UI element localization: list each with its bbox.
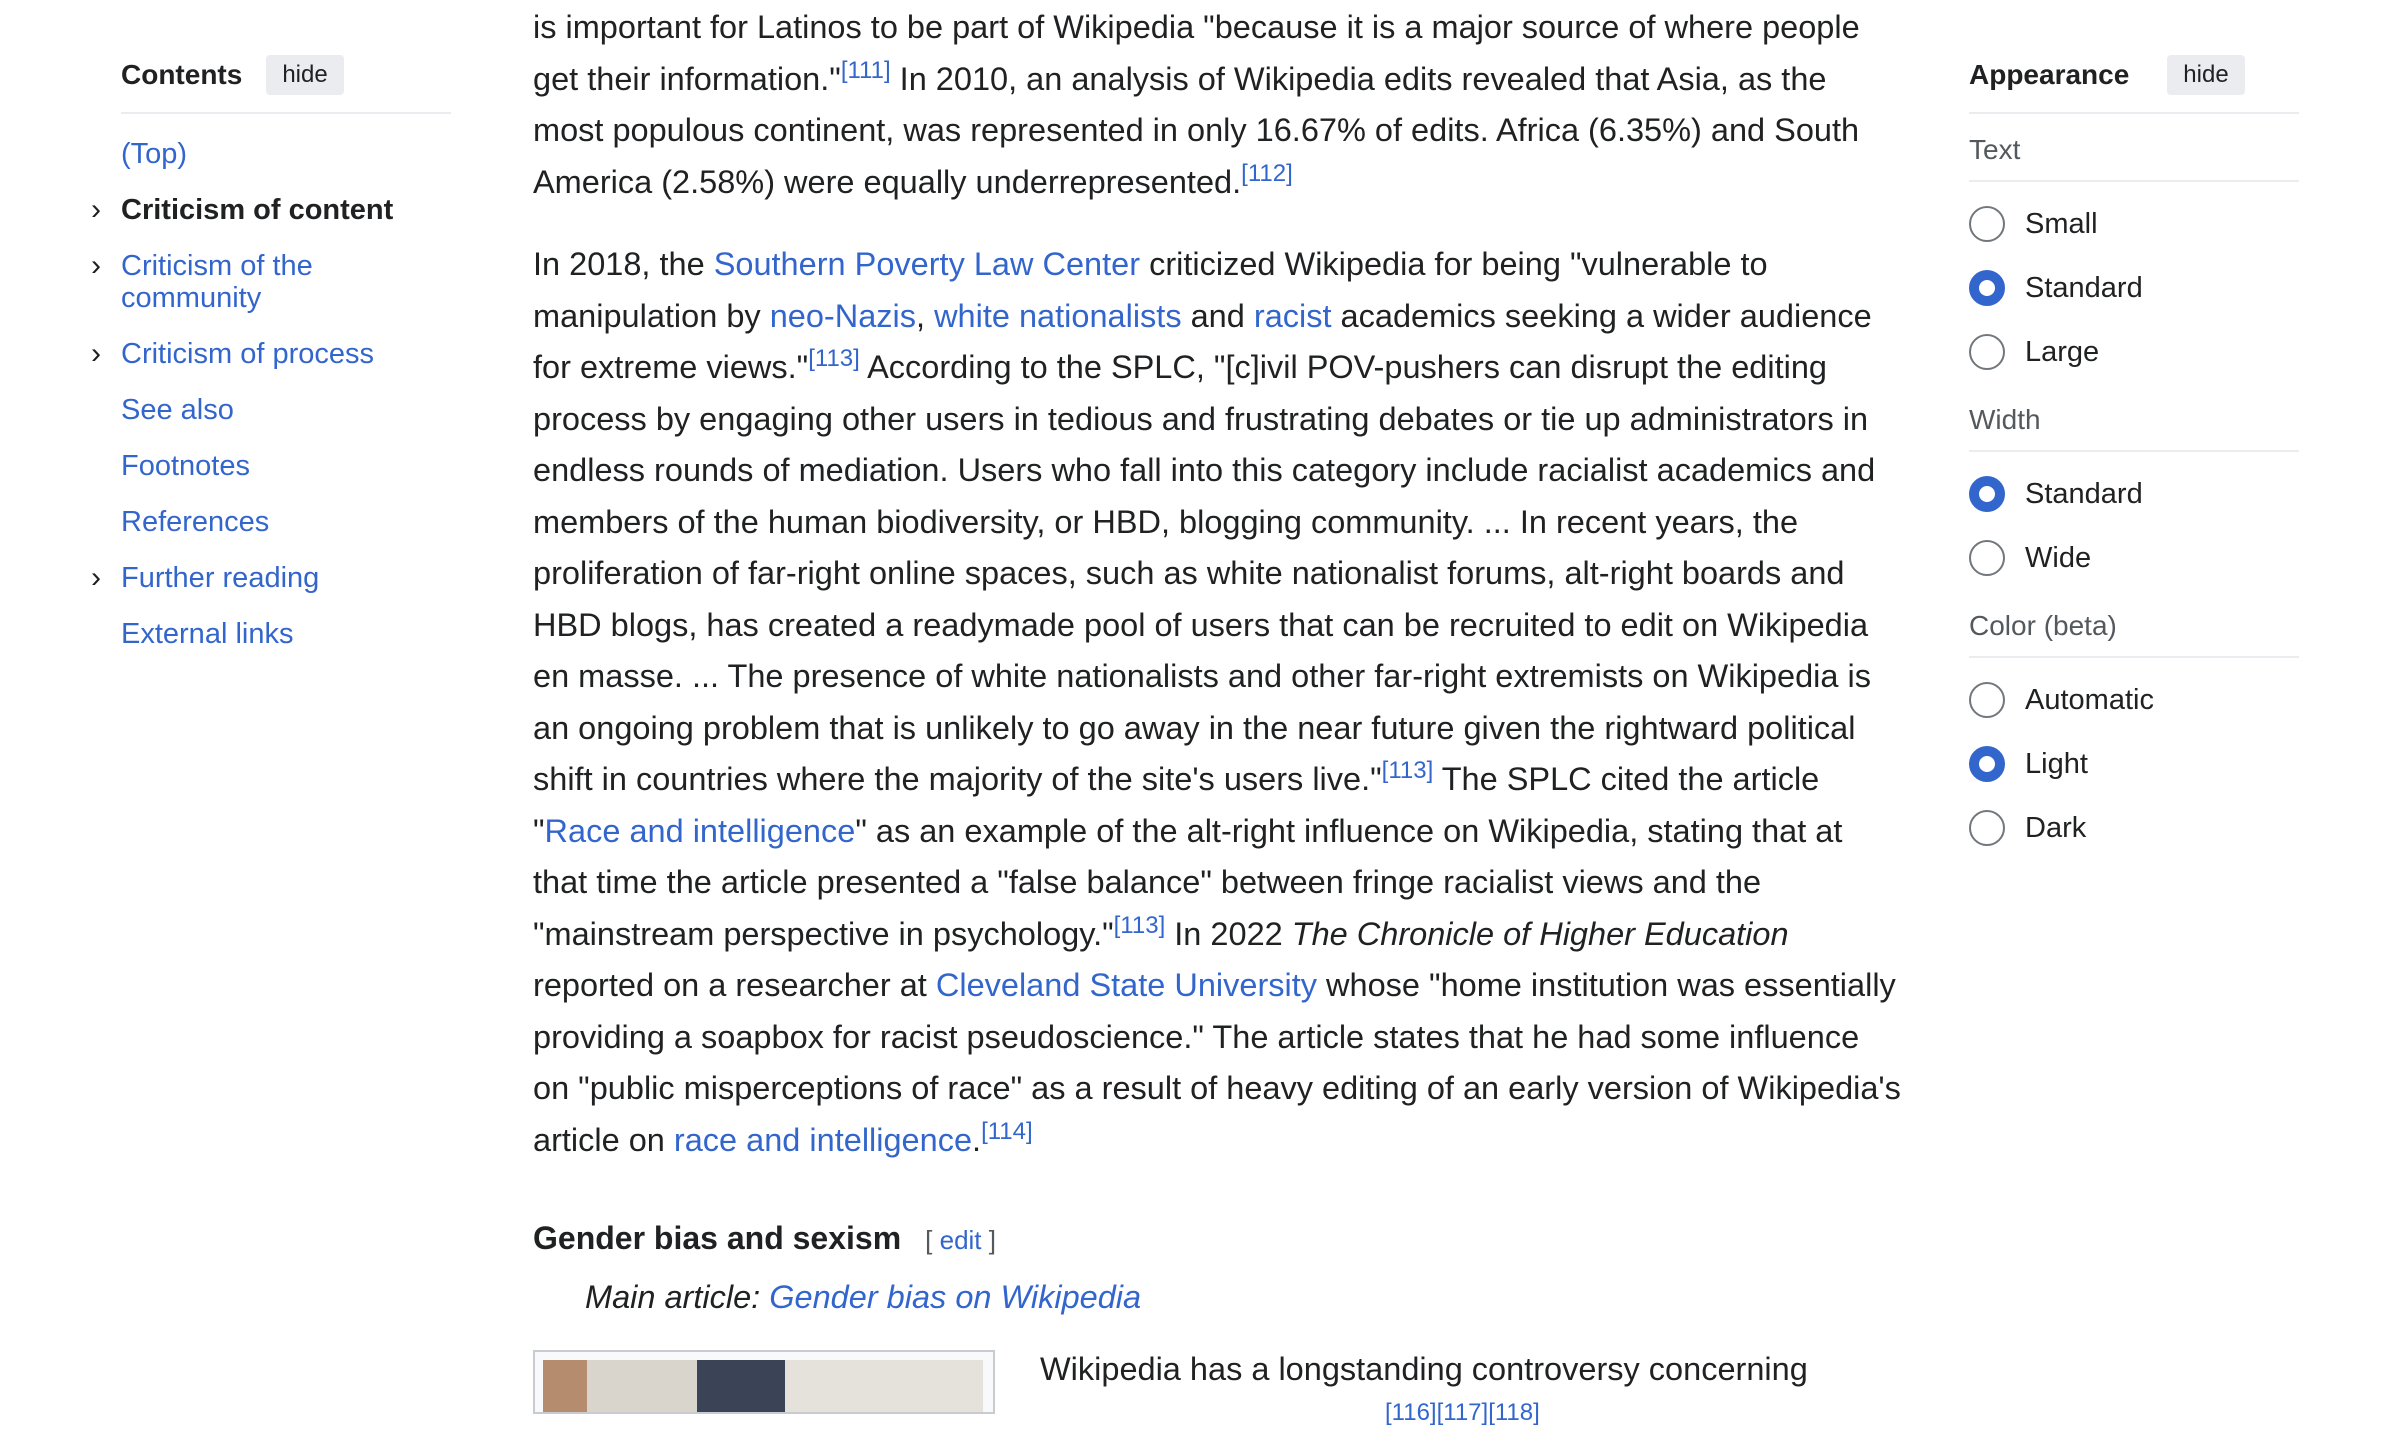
group-label: Text: [1969, 134, 2299, 182]
radio-option-light[interactable]: Light: [1969, 732, 2299, 796]
toc-item-criticism-of-the-community[interactable]: › Criticism of the community: [91, 250, 351, 315]
radio-button[interactable]: [1969, 810, 2005, 846]
reference-link[interactable]: [111]: [841, 57, 891, 84]
group-label: Color (beta): [1969, 610, 2299, 658]
option-label[interactable]: Large: [2025, 336, 2099, 369]
text: In 2018, the: [533, 246, 714, 282]
edit-section: [ edit ]: [925, 1225, 996, 1255]
text-size-group: Text Small Standard Large: [1969, 134, 2299, 384]
option-label[interactable]: Wide: [2025, 542, 2091, 575]
main-article-link[interactable]: Gender bias on Wikipedia: [769, 1279, 1141, 1315]
toc-title: Contents: [121, 59, 243, 90]
chevron-right-icon[interactable]: ›: [91, 338, 101, 370]
paragraph: is important for Latinos to be part of W…: [533, 2, 1903, 208]
toc-item-label[interactable]: Further reading: [121, 562, 319, 594]
toc-item-label[interactable]: Criticism of the community: [121, 250, 313, 314]
hatnote-prefix: Main article:: [585, 1279, 770, 1315]
toc-item-label[interactable]: External links: [121, 618, 293, 650]
text: and: [1181, 297, 1254, 334]
edit-link[interactable]: edit: [940, 1225, 982, 1255]
link-cleveland-state-university[interactable]: Cleveland State University: [936, 967, 1317, 1003]
link-race-and-intelligence[interactable]: race and intelligence: [674, 1122, 972, 1158]
radio-button[interactable]: [1969, 746, 2005, 782]
chevron-right-icon[interactable]: ›: [91, 194, 101, 226]
chevron-right-icon[interactable]: ›: [91, 562, 101, 594]
toc-item-label[interactable]: (Top): [121, 138, 187, 170]
option-label[interactable]: Standard: [2025, 272, 2143, 305]
toc-item-criticism-of-content[interactable]: › Criticism of content: [91, 194, 451, 227]
toc-list: (Top) › Criticism of content › Criticism o…: [91, 138, 451, 650]
radio-button[interactable]: [1969, 476, 2005, 512]
thumbnail-image[interactable]: [533, 1350, 995, 1414]
link-neo-nazis[interactable]: neo-Nazis: [770, 298, 916, 334]
reference-link[interactable]: [114]: [981, 1118, 1033, 1145]
toc-item-further-reading[interactable]: › Further reading: [91, 562, 451, 595]
color-group: Color (beta) Automatic Light Dark: [1969, 610, 2299, 860]
toc-item-label[interactable]: References: [121, 506, 269, 538]
option-label[interactable]: Standard: [2025, 478, 2143, 511]
link-splc[interactable]: Southern Poverty Law Center: [714, 246, 1140, 282]
toc-header: Contents hide: [121, 52, 451, 114]
reference-link[interactable]: [112]: [1241, 160, 1293, 187]
section-heading: Gender bias and sexism [ edit ]: [533, 1213, 996, 1267]
radio-button[interactable]: [1969, 540, 2005, 576]
appearance-header: Appearance hide: [1969, 52, 2299, 114]
toc-item-criticism-of-process[interactable]: › Criticism of process: [91, 338, 451, 371]
radio-button[interactable]: [1969, 682, 2005, 718]
radio-option-standard-width[interactable]: Standard: [1969, 462, 2299, 526]
text: According to the SPLC, "[c]ivil POV-push…: [533, 349, 1876, 797]
radio-button[interactable]: [1969, 206, 2005, 242]
text: reported on a researcher at: [533, 967, 936, 1003]
text: Wikipedia has a longstanding controversy…: [1040, 1351, 1808, 1387]
appearance-panel: Appearance hide Text Small Standard Larg…: [1969, 52, 2299, 860]
toc-item-see-also[interactable]: See also: [121, 394, 451, 426]
edit-bracket: ]: [981, 1225, 996, 1255]
text: ,: [916, 297, 935, 334]
radio-option-automatic[interactable]: Automatic: [1969, 668, 2299, 732]
text: In 2022: [1165, 915, 1292, 952]
toc-hide-button[interactable]: hide: [266, 55, 344, 95]
width-group: Width Standard Wide: [1969, 404, 2299, 590]
radio-button[interactable]: [1969, 270, 2005, 306]
toc-item-external-links[interactable]: External links: [121, 618, 451, 650]
table-of-contents: Contents hide (Top) › Criticism of conten…: [91, 52, 451, 674]
paragraph: In 2018, the Southern Poverty Law Center…: [533, 239, 1903, 1166]
link-race-and-intelligence[interactable]: Race and intelligence: [545, 813, 856, 849]
link-white-nationalists[interactable]: white nationalists: [934, 298, 1182, 334]
toc-item-references[interactable]: References: [121, 506, 451, 538]
option-label[interactable]: Small: [2025, 208, 2098, 241]
text: .: [972, 1121, 982, 1158]
publication-title: The Chronicle of Higher Education: [1291, 915, 1789, 952]
radio-option-large[interactable]: Large: [1969, 320, 2299, 384]
option-label[interactable]: Automatic: [2025, 684, 2154, 717]
reference-link[interactable]: [113]: [1382, 757, 1434, 784]
reference-link[interactable]: [113]: [1114, 912, 1166, 939]
radio-option-wide[interactable]: Wide: [1969, 526, 2299, 590]
toc-item-top[interactable]: (Top): [121, 138, 451, 170]
reference-link[interactable]: [116][117][118]: [1385, 1399, 1540, 1426]
toc-item-label[interactable]: See also: [121, 394, 234, 426]
reference-link[interactable]: [113]: [808, 345, 860, 372]
paragraph: Wikipedia has a longstanding controversy…: [1040, 1344, 1900, 1447]
appearance-title: Appearance: [1969, 59, 2130, 90]
hatnote: Main article: Gender bias on Wikipedia: [585, 1272, 1141, 1324]
radio-option-standard[interactable]: Standard: [1969, 256, 2299, 320]
option-label[interactable]: Dark: [2025, 812, 2086, 845]
toc-item-label[interactable]: Criticism of content: [121, 194, 393, 226]
option-label[interactable]: Light: [2025, 748, 2088, 781]
section-heading-text: Gender bias and sexism: [533, 1220, 902, 1256]
toc-item-label[interactable]: Footnotes: [121, 450, 250, 482]
link-racist[interactable]: racist: [1254, 298, 1332, 334]
chevron-right-icon[interactable]: ›: [91, 250, 101, 282]
radio-option-small[interactable]: Small: [1969, 192, 2299, 256]
edit-bracket: [: [925, 1225, 940, 1255]
photo[interactable]: [543, 1360, 983, 1412]
appearance-hide-button[interactable]: hide: [2167, 55, 2245, 95]
radio-option-dark[interactable]: Dark: [1969, 796, 2299, 860]
toc-item-footnotes[interactable]: Footnotes: [121, 450, 451, 482]
radio-button[interactable]: [1969, 334, 2005, 370]
toc-item-label[interactable]: Criticism of process: [121, 338, 374, 370]
group-label: Width: [1969, 404, 2299, 452]
